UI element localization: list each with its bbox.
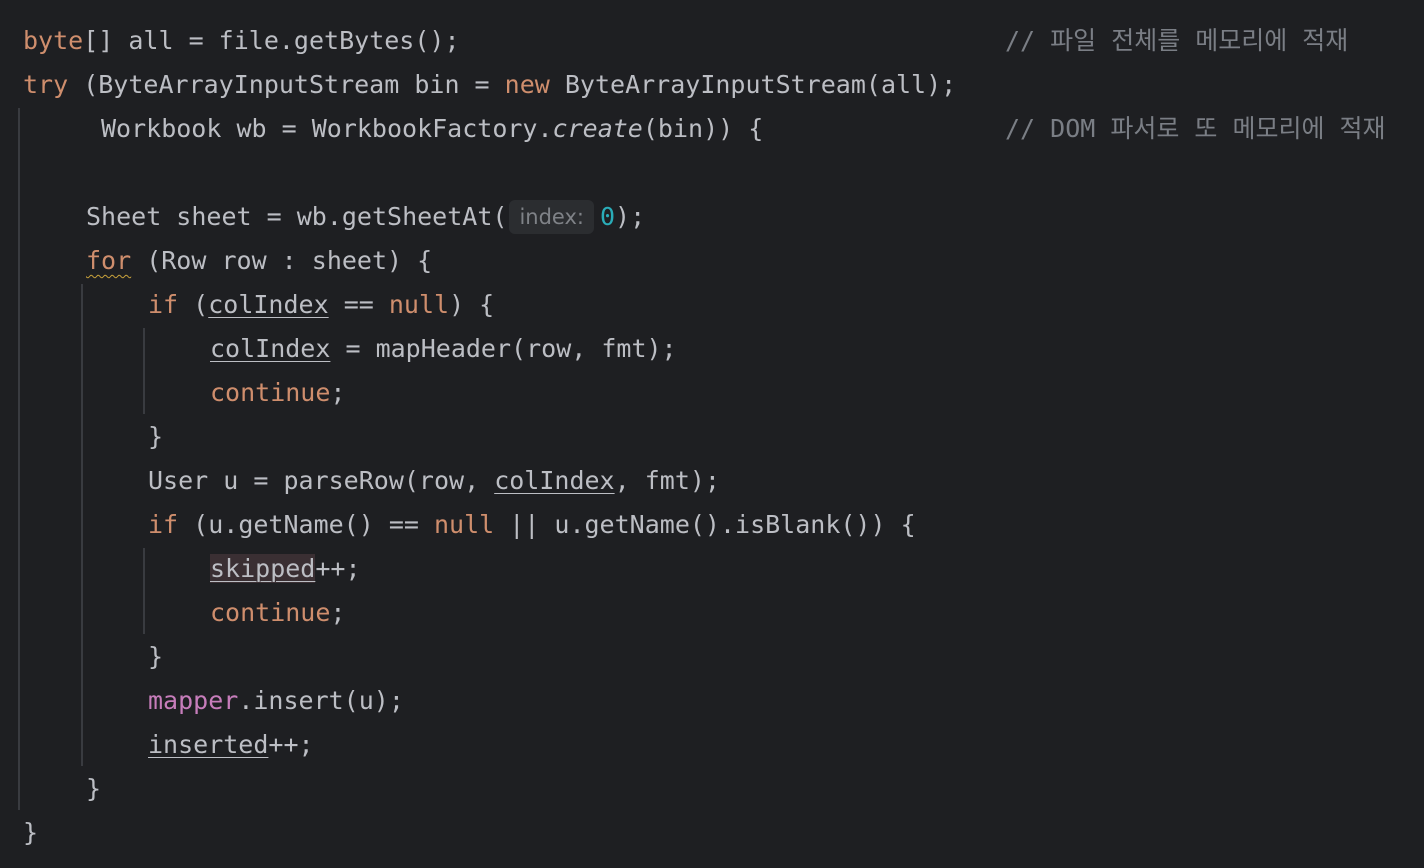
- closing-brace: }: [23, 818, 39, 847]
- keyword-if: if: [148, 510, 179, 539]
- comment-load-file: // 파일 전체를 메모리에 적재: [1005, 26, 1349, 55]
- indent-guide-for-block: [81, 284, 83, 766]
- code-text: = mapHeader(row, fmt);: [330, 334, 677, 363]
- variable-inserted: inserted: [148, 730, 269, 759]
- code-line-1[interactable]: byte[] all = file.getBytes();: [23, 19, 460, 63]
- keyword-null: null: [433, 510, 495, 539]
- code-text: [] all = file.getBytes();: [83, 26, 460, 55]
- keyword-try: try: [23, 70, 69, 99]
- code-line-11[interactable]: User u = parseRow(row, colIndex, fmt);: [148, 459, 720, 503]
- variable-skipped-highlighted: skipped: [210, 554, 316, 583]
- keyword-continue: continue: [210, 378, 331, 407]
- code-text: || u.getName().isBlank()) {: [494, 510, 916, 539]
- code-text: .insert(u);: [238, 686, 404, 715]
- field-mapper: mapper: [148, 686, 239, 715]
- keyword-null: null: [388, 290, 450, 319]
- code-line-17[interactable]: inserted++;: [148, 723, 314, 767]
- code-line-18[interactable]: }: [86, 767, 101, 811]
- code-line-13[interactable]: skipped++;: [210, 547, 361, 591]
- code-text: );: [615, 202, 646, 231]
- code-text: User u = parseRow(row,: [148, 466, 495, 495]
- code-text: ;: [330, 598, 346, 627]
- code-text: ;: [330, 378, 346, 407]
- number-literal: 0: [599, 202, 616, 231]
- static-method-create: create: [552, 114, 643, 143]
- code-line-2[interactable]: try (ByteArrayInputStream bin = new Byte…: [23, 63, 956, 107]
- code-line-9[interactable]: continue;: [210, 371, 345, 415]
- closing-brace: }: [148, 642, 164, 671]
- keyword-byte: byte: [23, 26, 84, 55]
- code-line-8[interactable]: colIndex = mapHeader(row, fmt);: [210, 327, 677, 371]
- keyword-for-warning[interactable]: for: [86, 246, 131, 275]
- indent-guide-if-block-2: [143, 548, 145, 634]
- closing-brace: }: [86, 774, 102, 803]
- code-text: (ByteArrayInputStream bin =: [68, 70, 505, 99]
- code-text: ++;: [315, 554, 361, 583]
- code-line-7[interactable]: if (colIndex == null) {: [148, 283, 494, 327]
- code-line-5[interactable]: Sheet sheet = wb.getSheetAt(index: 0);: [86, 195, 645, 239]
- code-line-14[interactable]: continue;: [210, 591, 345, 635]
- parameter-hint-index: index:: [509, 200, 594, 234]
- code-text: Workbook wb = WorkbookFactory.: [101, 114, 553, 143]
- variable-colIndex: colIndex: [494, 466, 615, 495]
- code-text: (: [178, 290, 209, 319]
- code-text: (bin)) {: [642, 114, 764, 143]
- keyword-if: if: [148, 290, 179, 319]
- indent-guide-if-block-1: [143, 328, 145, 414]
- variable-colIndex: colIndex: [210, 334, 331, 363]
- code-text: ) {: [449, 290, 495, 319]
- code-editor[interactable]: byte[] all = file.getBytes(); // 파일 전체를 …: [0, 0, 1424, 868]
- code-line-3[interactable]: Workbook wb = WorkbookFactory.create(bin…: [101, 107, 763, 151]
- code-line-12[interactable]: if (u.getName() == null || u.getName().i…: [148, 503, 916, 547]
- code-text: ==: [328, 290, 389, 319]
- code-text: Sheet sheet = wb.getSheetAt(: [86, 202, 508, 231]
- code-text: (u.getName() ==: [178, 510, 434, 539]
- code-line-6[interactable]: for (Row row : sheet) {: [86, 239, 432, 283]
- comment-dom-parser: // DOM 파서로 또 메모리에 적재: [1005, 114, 1386, 143]
- code-text: , fmt);: [614, 466, 720, 495]
- code-line-19[interactable]: }: [23, 811, 38, 855]
- code-text: ++;: [268, 730, 314, 759]
- code-text: (Row row : sheet) {: [131, 246, 433, 275]
- closing-brace: }: [148, 422, 164, 451]
- variable-colIndex: colIndex: [208, 290, 329, 319]
- indent-guide-try-block: [18, 108, 20, 810]
- code-line-16[interactable]: mapper.insert(u);: [148, 679, 404, 723]
- code-line-10[interactable]: }: [148, 415, 163, 459]
- code-line-15[interactable]: }: [148, 635, 163, 679]
- code-text: ByteArrayInputStream(all);: [549, 70, 957, 99]
- keyword-continue: continue: [210, 598, 331, 627]
- keyword-new: new: [504, 70, 550, 99]
